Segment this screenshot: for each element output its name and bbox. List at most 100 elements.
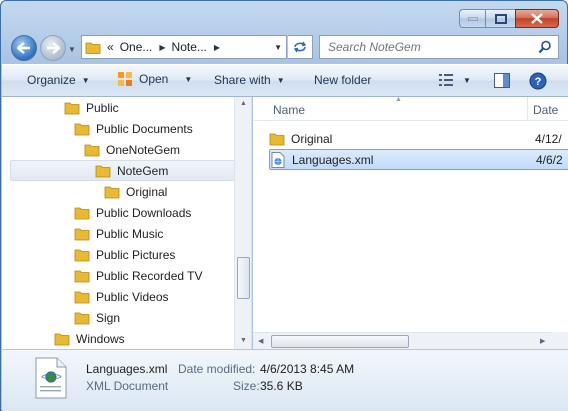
new-folder-label: New folder bbox=[314, 73, 372, 87]
folder-icon bbox=[269, 133, 285, 145]
tree-item-public-documents[interactable]: Public Documents bbox=[74, 118, 193, 139]
tree-item-label: Public Documents bbox=[96, 121, 193, 136]
scroll-down-icon[interactable]: ▼ bbox=[240, 337, 247, 344]
date-modified-value: 4/6/2013 8:45 AM bbox=[260, 362, 355, 376]
open-button[interactable]: Open ▼ bbox=[117, 71, 192, 87]
back-button[interactable] bbox=[11, 35, 37, 61]
file-name: Original bbox=[291, 131, 333, 146]
xml-document-icon: < > bbox=[35, 357, 67, 399]
chevron-down-icon: ▼ bbox=[184, 74, 193, 84]
file-row-languages-xml[interactable]: Languages.xml 4/6/2 bbox=[269, 149, 568, 170]
scroll-thumb[interactable] bbox=[271, 335, 409, 348]
details-pane: < > Languages.xml XML Document Date modi… bbox=[2, 349, 568, 411]
size-value: 35.6 KB bbox=[260, 379, 303, 393]
navigation-scrollbar[interactable]: ▲ ▼ bbox=[234, 97, 251, 349]
scroll-left-icon[interactable]: ◀ bbox=[258, 337, 263, 345]
recent-pages-dropdown[interactable]: ▼ bbox=[68, 45, 76, 54]
tree-item-label: Public Videos bbox=[96, 289, 169, 304]
help-icon: ? bbox=[529, 72, 547, 90]
share-with-button[interactable]: Share with ▼ bbox=[214, 73, 285, 87]
search-input[interactable] bbox=[328, 40, 528, 54]
tree-item-label: Original bbox=[126, 184, 168, 199]
tree-item-label: NoteGem bbox=[117, 163, 169, 178]
address-row: ▼ « One... ▶ Note... ▶ ▼ bbox=[1, 31, 568, 63]
scroll-right-icon[interactable]: ▶ bbox=[540, 337, 545, 345]
forward-button[interactable] bbox=[40, 35, 66, 61]
preview-pane-icon bbox=[494, 73, 510, 88]
folder-icon bbox=[64, 102, 80, 114]
tree-item-windows[interactable]: Windows bbox=[54, 328, 125, 349]
window-controls bbox=[459, 9, 559, 28]
command-bar: Organize ▼ Open ▼ Share with ▼ New folde… bbox=[2, 64, 568, 97]
folder-icon bbox=[74, 123, 90, 135]
folder-icon bbox=[74, 291, 90, 303]
chevron-down-icon: ▼ bbox=[81, 75, 90, 85]
breadcrumb-arrow-icon[interactable]: ▶ bbox=[159, 43, 165, 52]
change-view-button[interactable]: ▼ bbox=[439, 74, 471, 86]
address-chevrons[interactable]: « bbox=[107, 40, 114, 54]
view-list-icon bbox=[439, 74, 453, 86]
column-separator[interactable] bbox=[527, 97, 528, 121]
scroll-up-icon[interactable]: ▲ bbox=[240, 100, 247, 107]
tree-item-onenotegem[interactable]: OneNoteGem bbox=[84, 139, 180, 160]
file-row-original[interactable]: Original 4/12/ bbox=[269, 128, 568, 149]
folder-icon bbox=[54, 333, 70, 345]
tree-item-public[interactable]: Public bbox=[64, 97, 119, 118]
navigation-pane[interactable]: Public Public Documents OneNoteGem NoteGem O… bbox=[2, 97, 252, 349]
file-list-pane[interactable]: ▲ Name Date Original 4/12/ Languages.xml… bbox=[253, 97, 568, 349]
tree-item-sign[interactable]: Sign bbox=[74, 307, 120, 328]
refresh-button[interactable] bbox=[288, 35, 313, 59]
file-date: 4/6/2 bbox=[536, 152, 563, 167]
folder-icon bbox=[95, 165, 111, 177]
open-label: Open bbox=[139, 72, 169, 86]
tree-item-public-downloads[interactable]: Public Downloads bbox=[74, 202, 191, 223]
details-filetype: XML Document bbox=[86, 379, 169, 393]
arrow-left-icon bbox=[17, 42, 30, 54]
size-label: Size: bbox=[233, 379, 260, 393]
breadcrumb-notegem[interactable]: Note... bbox=[172, 40, 207, 54]
tree-item-label: Public Recorded TV bbox=[96, 268, 203, 283]
folder-icon bbox=[85, 42, 101, 54]
minimize-button[interactable] bbox=[459, 9, 485, 28]
xml-file-icon bbox=[271, 151, 285, 168]
search-icon[interactable] bbox=[538, 40, 552, 54]
search-box[interactable] bbox=[319, 35, 559, 59]
file-date: 4/12/ bbox=[535, 131, 562, 146]
tree-item-public-recorded-tv[interactable]: Public Recorded TV bbox=[74, 265, 203, 286]
column-name[interactable]: Name bbox=[273, 103, 305, 117]
scroll-thumb[interactable] bbox=[237, 257, 250, 299]
open-program-icon bbox=[118, 72, 132, 86]
address-bar[interactable]: « One... ▶ Note... ▶ ▼ bbox=[81, 35, 287, 59]
tree-item-public-videos[interactable]: Public Videos bbox=[74, 286, 169, 307]
close-button[interactable] bbox=[515, 9, 559, 28]
tree-item-public-music[interactable]: Public Music bbox=[74, 223, 163, 244]
tree-item-original[interactable]: Original bbox=[104, 181, 167, 202]
details-filename: Languages.xml bbox=[86, 362, 168, 376]
horizontal-scrollbar[interactable]: ◀ ▶ bbox=[253, 332, 551, 349]
explorer-window: ▼ « One... ▶ Note... ▶ ▼ Organize ▼ bbox=[0, 0, 568, 411]
refresh-icon bbox=[293, 41, 307, 53]
tree-item-notegem[interactable]: NoteGem bbox=[10, 160, 236, 181]
folder-icon bbox=[74, 312, 90, 324]
tree-item-label: Public bbox=[86, 100, 119, 115]
organize-button[interactable]: Organize ▼ bbox=[27, 73, 90, 87]
folder-icon bbox=[74, 270, 90, 282]
help-button[interactable]: ? bbox=[529, 72, 547, 90]
folder-icon bbox=[84, 144, 100, 156]
tree-item-label: Sign bbox=[96, 310, 121, 325]
column-date[interactable]: Date bbox=[533, 103, 558, 117]
tree-item-public-pictures[interactable]: Public Pictures bbox=[74, 244, 175, 265]
new-folder-button[interactable]: New folder bbox=[314, 73, 371, 87]
preview-pane-button[interactable] bbox=[494, 73, 510, 88]
maximize-button[interactable] bbox=[485, 9, 515, 28]
column-header: ▲ Name Date bbox=[253, 97, 568, 121]
tree-item-label: Public Music bbox=[96, 226, 164, 241]
share-with-label: Share with bbox=[214, 73, 271, 87]
size-grip bbox=[551, 332, 568, 349]
minimize-icon bbox=[467, 17, 478, 20]
address-history-dropdown[interactable]: ▼ bbox=[274, 43, 282, 52]
arrow-right-icon bbox=[47, 42, 60, 54]
tree-item-label: Public Pictures bbox=[96, 247, 176, 262]
breadcrumb-onenotegem[interactable]: One... bbox=[120, 40, 153, 54]
breadcrumb-arrow-icon[interactable]: ▶ bbox=[214, 43, 220, 52]
